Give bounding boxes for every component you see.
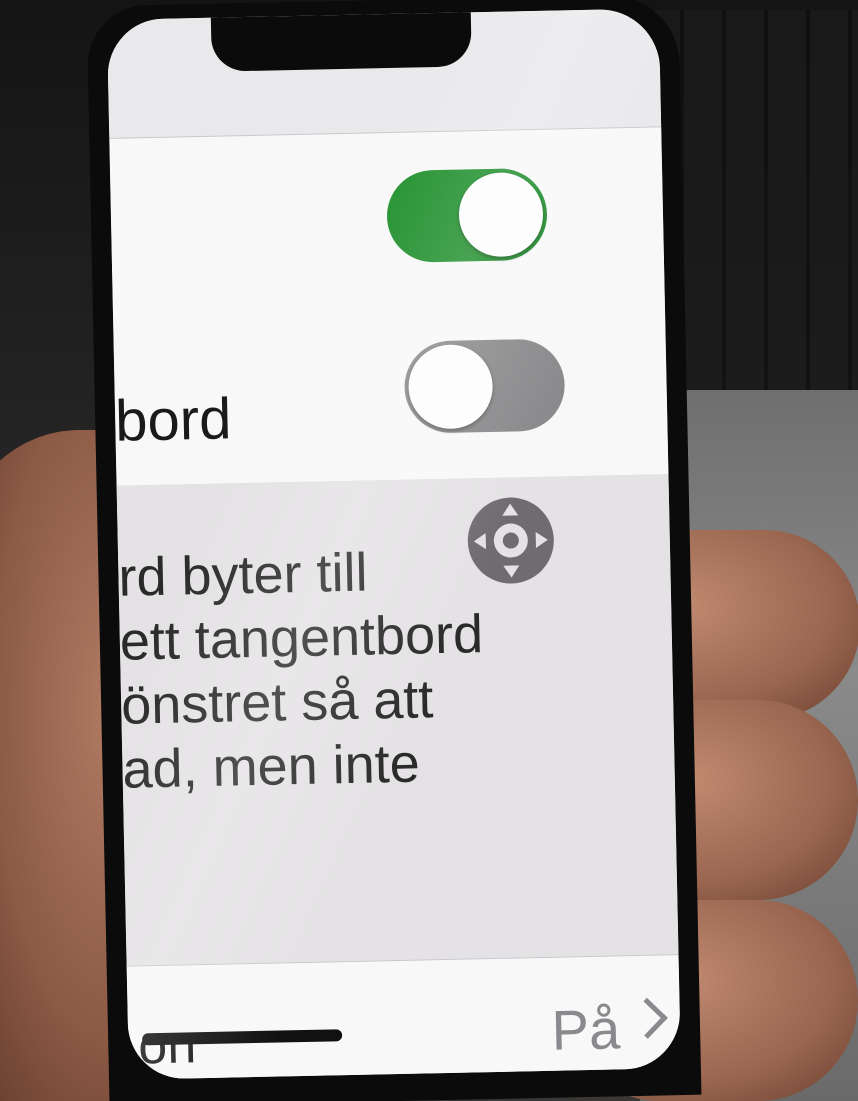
settings-footer-description: rd byter till ett tangentbord önstret så…: [116, 474, 679, 966]
row-label-partial: on: [137, 1016, 197, 1076]
arrow-up-icon: [502, 503, 519, 516]
toggle-switch-on[interactable]: [386, 167, 548, 264]
chevron-right-icon: [626, 997, 668, 1039]
settings-row-navigation[interactable]: on På: [126, 954, 681, 1080]
photo-scene: bord rd byter till ett tangentbord önstr…: [0, 0, 858, 1101]
row-value: På: [550, 997, 621, 1062]
description-line: önstret så att: [120, 669, 434, 736]
row-label-keyboard: bord: [114, 386, 232, 454]
phone-notch: [210, 8, 472, 72]
toggle-knob: [407, 343, 494, 430]
description-text: rd byter till ett tangentbord önstret så…: [118, 534, 663, 801]
settings-row-keyboard[interactable]: bord: [112, 296, 669, 487]
toggle-switch-off[interactable]: [403, 338, 566, 434]
description-line: ett tangentbord: [119, 604, 484, 672]
settings-row-toggle-on[interactable]: [109, 126, 665, 310]
description-line: ad, men inte: [121, 733, 421, 800]
description-line: rd byter till: [117, 542, 369, 608]
phone-screen: bord rd byter till ett tangentbord önstr…: [106, 8, 681, 1080]
toggle-knob: [458, 171, 544, 258]
phone-body: bord rd byter till ett tangentbord önstr…: [86, 0, 702, 1101]
